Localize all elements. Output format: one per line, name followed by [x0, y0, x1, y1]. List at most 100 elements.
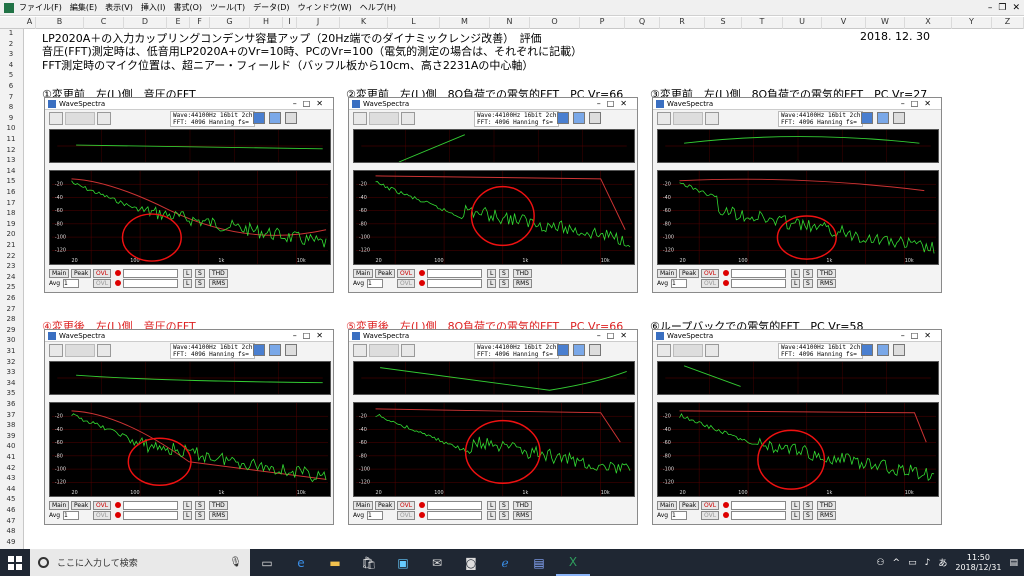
scale-icon[interactable] [877, 344, 889, 356]
column-header[interactable]: N [490, 17, 530, 29]
menu-tools[interactable]: ツール(T) [210, 2, 245, 13]
graph-icon[interactable] [861, 344, 873, 356]
edge-icon[interactable]: e [284, 549, 318, 576]
l-button[interactable]: L [183, 501, 193, 510]
s-button-r[interactable]: S [195, 279, 205, 288]
column-header[interactable]: G [210, 17, 250, 29]
s-button[interactable]: S [195, 501, 205, 510]
row-header[interactable]: 29 [0, 326, 22, 334]
column-header[interactable]: B [36, 17, 84, 29]
wavespectra-titlebar[interactable]: WaveSpectra –□✕ [349, 98, 637, 110]
avg-select[interactable]: 1 [367, 511, 383, 520]
column-header[interactable]: X [905, 17, 952, 29]
row-header[interactable]: 27 [0, 305, 22, 313]
row-header[interactable]: 43 [0, 474, 22, 482]
graph-icon[interactable] [253, 112, 265, 124]
row-header[interactable]: 20 [0, 230, 22, 238]
main-button[interactable]: Main [353, 269, 374, 278]
row-header[interactable]: 13 [0, 156, 22, 164]
s-button-r[interactable]: S [803, 511, 813, 520]
avg-select[interactable]: 1 [671, 511, 687, 520]
row-header[interactable]: 31 [0, 347, 22, 355]
wavespectra-titlebar[interactable]: WaveSpectra –□✕ [349, 330, 637, 342]
graph-icon[interactable] [557, 112, 569, 124]
menu-insert[interactable]: 挿入(I) [141, 2, 166, 13]
row-header[interactable]: 45 [0, 495, 22, 503]
l-button-r[interactable]: L [487, 511, 497, 520]
column-header[interactable]: L [388, 17, 440, 29]
row-header[interactable]: 48 [0, 527, 22, 535]
record-icon[interactable] [705, 344, 719, 357]
open-file-icon[interactable] [657, 112, 671, 125]
column-header[interactable]: W [866, 17, 905, 29]
thd-button[interactable]: THD [209, 269, 228, 278]
open-file-icon[interactable] [49, 112, 63, 125]
menu-view[interactable]: 表示(V) [105, 2, 133, 13]
open-file-icon[interactable] [657, 344, 671, 357]
row-header[interactable]: 16 [0, 188, 22, 196]
menu-edit[interactable]: 編集(E) [70, 2, 97, 13]
thd-button[interactable]: THD [817, 501, 836, 510]
thd-button[interactable]: THD [513, 269, 532, 278]
avg-select[interactable]: 1 [63, 279, 79, 288]
s-button-r[interactable]: S [499, 511, 509, 520]
s-button[interactable]: S [803, 269, 813, 278]
settings-icon[interactable] [893, 112, 905, 124]
peak-button[interactable]: Peak [679, 501, 700, 510]
column-header[interactable]: R [660, 17, 705, 29]
wavespectra-titlebar[interactable]: WaveSpectra –□✕ [45, 330, 333, 342]
s-button[interactable]: S [499, 501, 509, 510]
main-button[interactable]: Main [49, 269, 70, 278]
row-header[interactable]: 7 [0, 93, 22, 101]
thd-button[interactable]: THD [817, 269, 836, 278]
column-header[interactable]: Q [625, 17, 660, 29]
restore-icon[interactable]: ❐ [998, 3, 1006, 13]
column-header[interactable]: U [783, 17, 822, 29]
l-button[interactable]: L [791, 501, 801, 510]
play-controls[interactable] [65, 344, 95, 357]
window-buttons[interactable]: –□✕ [901, 99, 937, 108]
s-button-r[interactable]: S [195, 511, 205, 520]
row-header[interactable]: 34 [0, 379, 22, 387]
volume-icon[interactable]: ♪ [925, 558, 931, 568]
row-header[interactable]: 4 [0, 61, 22, 69]
taskbar-search[interactable]: ここに入力して検索 🎙 [30, 549, 250, 576]
sheet-note-2[interactable]: FFT測定時のマイク位置は、超ニアー・フィールド（バッフル板から10cm、高さ2… [42, 57, 533, 73]
l-button[interactable]: L [487, 501, 497, 510]
record-icon[interactable] [401, 344, 415, 357]
ie-icon[interactable]: ℯ [488, 549, 522, 576]
settings-icon[interactable] [893, 344, 905, 356]
network-icon[interactable]: ▭ [908, 558, 917, 568]
column-header[interactable]: V [822, 17, 866, 29]
row-header[interactable]: 8 [0, 103, 22, 111]
wavespectra-titlebar[interactable]: WaveSpectra –□✕ [653, 98, 941, 110]
s-button[interactable]: S [803, 501, 813, 510]
open-file-icon[interactable] [353, 112, 367, 125]
main-button[interactable]: Main [657, 269, 678, 278]
windows-start-icon[interactable] [0, 549, 30, 576]
settings-icon[interactable] [589, 112, 601, 124]
wavespectra-window[interactable]: WaveSpectra –□✕ Wave:44100Hz 16bit 2ch F… [44, 329, 334, 525]
avg-select[interactable]: 1 [367, 279, 383, 288]
window-buttons[interactable]: –□✕ [597, 331, 633, 340]
wavespectra-taskbar-icon[interactable]: ▤ [522, 549, 556, 576]
rms-button[interactable]: RMS [209, 511, 229, 520]
file-explorer-icon[interactable]: ▬ [318, 549, 352, 576]
row-header[interactable]: 38 [0, 421, 22, 429]
window-buttons[interactable]: –□✕ [293, 331, 329, 340]
row-header[interactable]: 32 [0, 358, 22, 366]
row-header[interactable]: 23 [0, 262, 22, 270]
column-header[interactable]: T [742, 17, 783, 29]
row-header[interactable]: 26 [0, 294, 22, 302]
wavespectra-titlebar[interactable]: WaveSpectra –□✕ [653, 330, 941, 342]
row-header[interactable]: 41 [0, 453, 22, 461]
row-header[interactable]: 5 [0, 71, 22, 79]
record-icon[interactable] [401, 112, 415, 125]
rms-button[interactable]: RMS [817, 511, 837, 520]
thd-button[interactable]: THD [513, 501, 532, 510]
column-header[interactable]: S [705, 17, 742, 29]
open-file-icon[interactable] [49, 344, 63, 357]
peak-button[interactable]: Peak [71, 501, 92, 510]
peak-button[interactable]: Peak [375, 269, 396, 278]
row-header[interactable]: 21 [0, 241, 22, 249]
